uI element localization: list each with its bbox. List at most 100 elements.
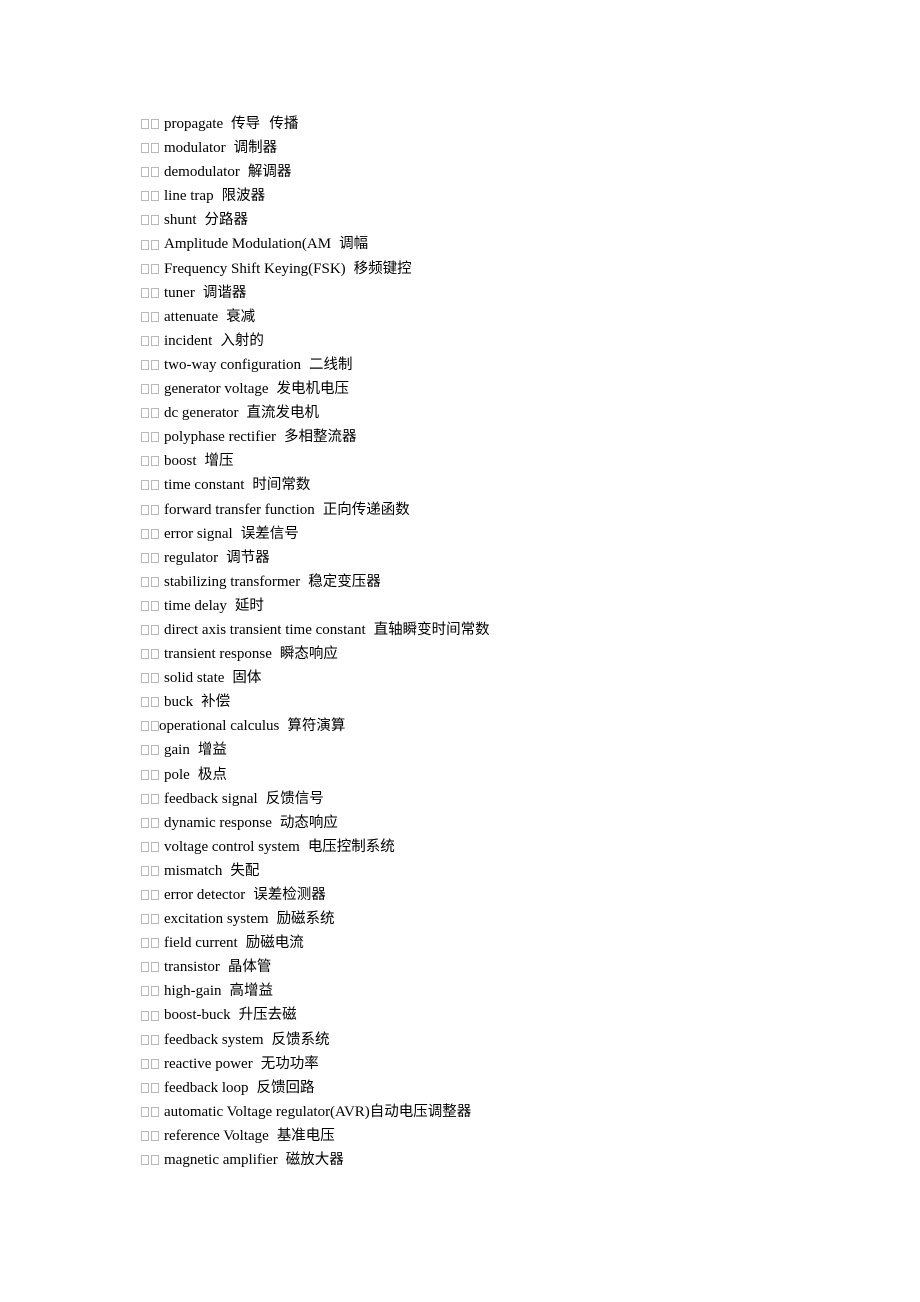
missing-glyph-box-icon	[141, 914, 149, 925]
glossary-entry: transistor 晶体管	[141, 955, 841, 979]
missing-glyph-box-icon	[151, 408, 159, 419]
entry-term: transient response	[164, 646, 272, 663]
missing-glyph-icon	[141, 986, 159, 997]
missing-glyph-box-icon	[141, 745, 149, 756]
entry-translation: 算符演算	[287, 718, 346, 735]
missing-glyph-box-icon	[141, 119, 149, 130]
missing-glyph-box-icon	[151, 745, 159, 756]
glossary-entry: Frequency Shift Keying(FSK) 移频键控	[141, 257, 841, 281]
missing-glyph-box-icon	[151, 143, 159, 154]
entry-translation: 动态响应	[279, 814, 338, 831]
entry-term: dynamic response	[164, 814, 272, 831]
entry-term: forward transfer function	[164, 501, 315, 518]
missing-glyph-box-icon	[141, 817, 149, 828]
glossary-entry: reactive power 无功功率	[141, 1052, 841, 1076]
entry-translation: 调制器	[233, 140, 278, 157]
missing-glyph-box-icon	[151, 1010, 159, 1021]
missing-glyph-box-icon	[151, 528, 159, 539]
missing-glyph-icon	[141, 167, 159, 178]
missing-glyph-box-icon	[141, 625, 149, 636]
entry-translation: 晶体管	[227, 959, 272, 976]
entry-translation: 基准电压	[276, 1127, 335, 1144]
missing-glyph-box-icon	[151, 480, 159, 491]
glossary-entry: transient response 瞬态响应	[141, 642, 841, 666]
glossary-entry: forward transfer function 正向传递函数	[141, 498, 841, 522]
entry-translation: 时间常数	[252, 477, 311, 494]
missing-glyph-box-icon	[151, 263, 159, 274]
entry-term: error detector	[164, 887, 246, 903]
entry-translation: 移频键控	[353, 260, 412, 277]
missing-glyph-box-icon	[151, 769, 159, 780]
entry-term: attenuate	[164, 308, 219, 325]
entry-translation: 磁放大器	[285, 1152, 344, 1169]
entry-term: feedback loop	[164, 1079, 249, 1096]
entry-term: modulator	[164, 140, 226, 157]
entry-translation: 延时	[234, 597, 264, 614]
missing-glyph-box-icon	[151, 793, 159, 804]
missing-glyph-icon	[141, 1058, 159, 1069]
missing-glyph-icon	[141, 215, 159, 226]
entry-translation: 调节器	[226, 549, 270, 566]
missing-glyph-box-icon	[141, 552, 149, 563]
glossary-entry: dc generator 直流发电机	[141, 401, 841, 425]
missing-glyph-box-icon	[141, 938, 149, 949]
missing-glyph-box-icon	[151, 335, 159, 346]
missing-glyph-box-icon	[141, 1106, 149, 1117]
missing-glyph-box-icon	[151, 1106, 159, 1117]
missing-glyph-box-icon	[141, 769, 149, 780]
missing-glyph-box-icon	[141, 697, 149, 708]
entry-term: Frequency Shift Keying(FSK)	[164, 260, 346, 277]
entry-term: generator voltage	[164, 381, 269, 398]
missing-glyph-box-icon	[151, 890, 159, 901]
missing-glyph-box-icon	[151, 191, 159, 202]
missing-glyph-icon	[141, 938, 159, 949]
missing-glyph-box-icon	[141, 793, 149, 804]
glossary-entry: regulator 调节器	[141, 546, 841, 570]
missing-glyph-box-icon	[141, 215, 149, 226]
missing-glyph-box-icon	[151, 817, 159, 828]
missing-glyph-box-icon	[151, 600, 159, 611]
entry-term: mismatch	[164, 862, 223, 879]
entry-translation: 补偿	[201, 694, 231, 711]
missing-glyph-box-icon	[141, 1155, 149, 1166]
missing-glyph-box-icon	[151, 167, 159, 178]
entry-term: dc generator	[164, 405, 239, 422]
missing-glyph-box-icon	[141, 986, 149, 997]
missing-glyph-box-icon	[141, 841, 149, 852]
missing-glyph-box-icon	[151, 1034, 159, 1045]
missing-glyph-box-icon	[151, 1082, 159, 1093]
glossary-entry: stabilizing transformer 稳定变压器	[141, 570, 841, 594]
glossary-entry: error detector 误差检测器	[141, 883, 841, 907]
missing-glyph-box-icon	[151, 552, 159, 563]
missing-glyph-box-icon	[141, 721, 149, 732]
missing-glyph-box-icon	[141, 191, 149, 202]
missing-glyph-box-icon	[151, 841, 159, 852]
missing-glyph-icon	[141, 480, 159, 491]
missing-glyph-icon	[141, 335, 159, 346]
entry-translation: 反馈回路	[256, 1079, 315, 1096]
glossary-entry: feedback loop 反馈回路	[141, 1076, 841, 1100]
glossary-entry: modulator 调制器	[141, 136, 841, 160]
missing-glyph-box-icon	[141, 528, 149, 539]
glossary-entry: direct axis transient time constant 直轴瞬变时…	[141, 618, 841, 642]
missing-glyph-box-icon	[151, 287, 159, 298]
glossary-entry: dynamic response 动态响应	[141, 811, 841, 835]
missing-glyph-icon	[141, 890, 159, 901]
missing-glyph-box-icon	[141, 576, 149, 587]
entry-term: Amplitude Modulation(AM	[164, 236, 332, 253]
missing-glyph-box-icon	[151, 914, 159, 925]
entry-translation: 无功功率	[260, 1055, 319, 1072]
glossary-entry: incident 入射的	[141, 329, 841, 353]
missing-glyph-icon	[141, 432, 159, 443]
glossary-entry: demodulator 解调器	[141, 160, 841, 184]
missing-glyph-icon	[141, 528, 159, 539]
entry-translation: 反馈信号	[265, 790, 324, 807]
missing-glyph-icon	[141, 1034, 159, 1045]
missing-glyph-icon	[141, 841, 159, 852]
entry-translation: 直流发电机	[246, 405, 320, 422]
entry-term: feedback system	[164, 1031, 264, 1048]
glossary-entry: high-gain 高增益	[141, 979, 841, 1003]
missing-glyph-icon	[141, 962, 159, 973]
missing-glyph-box-icon	[151, 432, 159, 443]
missing-glyph-box-icon	[151, 649, 159, 660]
